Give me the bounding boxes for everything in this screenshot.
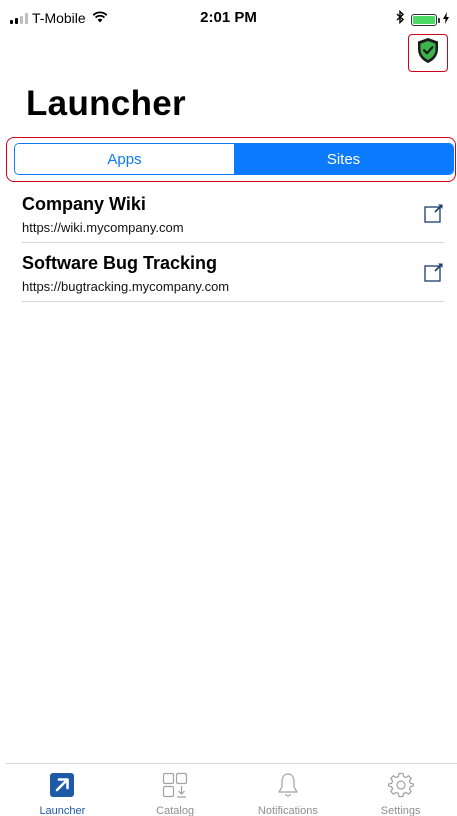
catalog-icon bbox=[162, 772, 188, 798]
open-external-icon[interactable] bbox=[424, 203, 444, 223]
gear-icon bbox=[387, 772, 414, 798]
tab-settings[interactable]: Settings bbox=[344, 764, 457, 816]
tab-launcher[interactable]: Launcher bbox=[6, 764, 119, 816]
tab-catalog[interactable]: Catalog bbox=[119, 764, 232, 816]
tab-label: Launcher bbox=[39, 805, 86, 816]
page-title: Launcher bbox=[26, 84, 186, 123]
tab-label: Catalog bbox=[156, 805, 195, 816]
security-status-button[interactable] bbox=[408, 34, 448, 72]
launcher-icon bbox=[49, 772, 75, 798]
bluetooth-icon bbox=[396, 9, 405, 29]
tab-bar: Launcher Catalog Notifications Settings bbox=[6, 763, 457, 816]
tab-notifications[interactable]: Notifications bbox=[232, 764, 345, 816]
list-item[interactable]: Company Wiki https://wiki.mycompany.com bbox=[22, 186, 444, 243]
segment-sites[interactable]: Sites bbox=[234, 144, 453, 174]
tab-label: Settings bbox=[380, 805, 421, 816]
sites-list: Company Wiki https://wiki.mycompany.com … bbox=[22, 186, 444, 304]
tab-label: Notifications bbox=[257, 805, 318, 816]
status-right bbox=[396, 9, 449, 29]
segment-apps[interactable]: Apps bbox=[15, 144, 234, 174]
segmented-control: Apps Sites bbox=[14, 143, 454, 175]
status-time: 2:01 PM bbox=[200, 9, 257, 26]
site-title: Software Bug Tracking bbox=[22, 253, 218, 273]
charging-icon bbox=[443, 11, 449, 29]
open-external-icon[interactable] bbox=[424, 262, 444, 282]
battery-icon bbox=[411, 13, 440, 26]
site-url: https://wiki.mycompany.com bbox=[22, 220, 184, 235]
shield-check-icon bbox=[416, 37, 440, 69]
bell-icon bbox=[275, 772, 301, 798]
list-item[interactable]: Software Bug Tracking https://bugtrackin… bbox=[22, 245, 444, 302]
status-bar: T-Mobile 2:01 PM bbox=[0, 0, 457, 40]
site-url: https://bugtracking.mycompany.com bbox=[22, 279, 230, 294]
site-title: Company Wiki bbox=[22, 194, 146, 214]
